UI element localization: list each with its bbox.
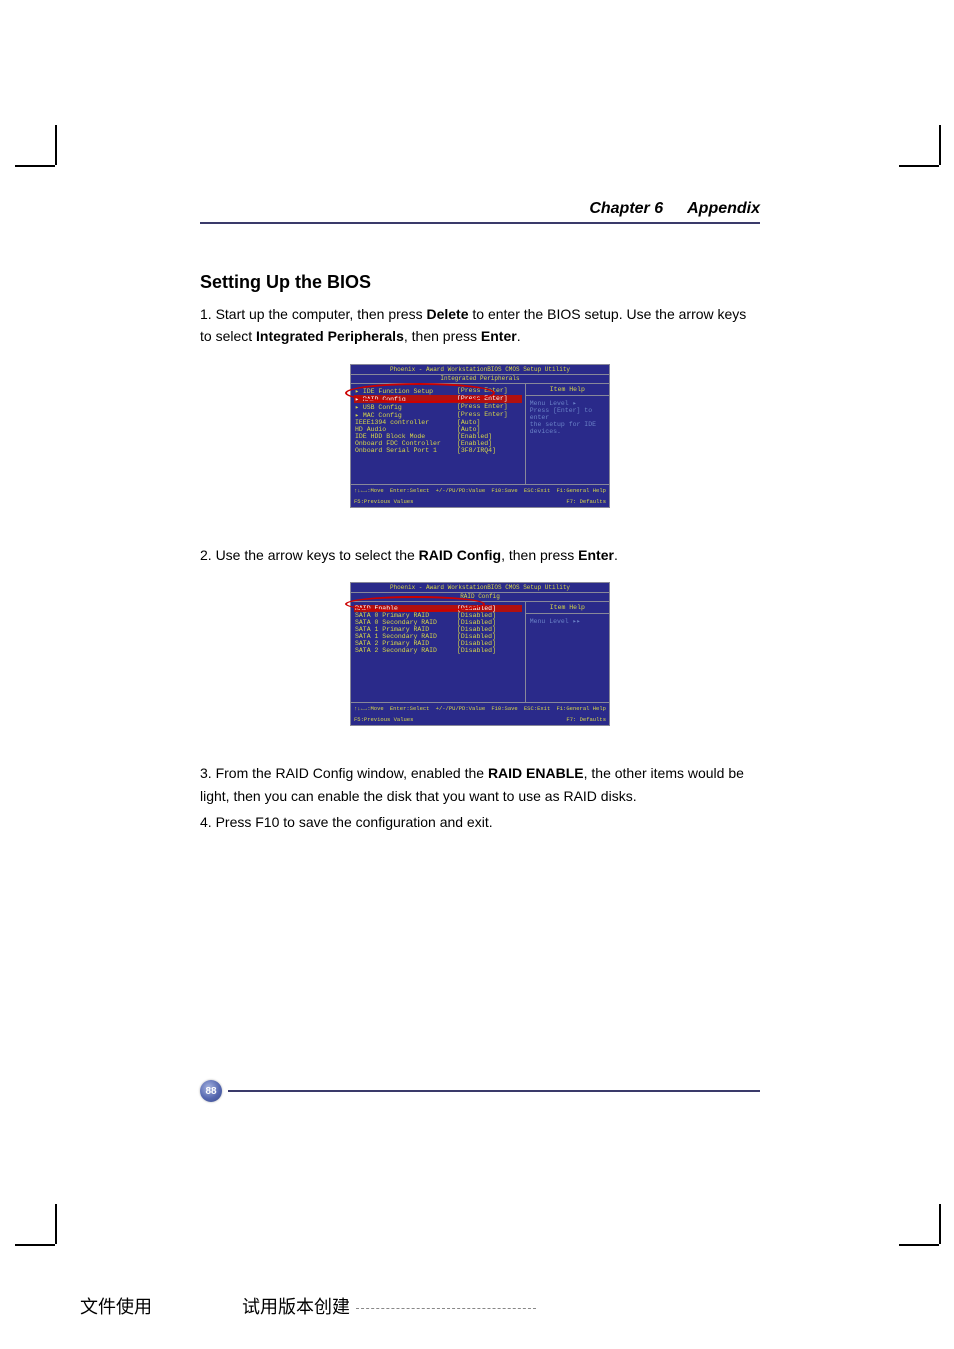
footer-rule <box>228 1090 760 1092</box>
bios-help-pane: Item Help Menu Level ▸▸ <box>526 602 609 702</box>
chapter-number: Chapter 6 <box>589 200 663 217</box>
bios-footer: ↑↓←→:Move Enter:Select +/-/PU/PD:Value F… <box>351 702 609 725</box>
bios-left-pane: ▸ IDE Function Setup[Press Enter] ▸ RAID… <box>351 384 526 484</box>
bios-left-pane: RAID Enable[Disabled] SATA 0 Primary RAI… <box>351 602 526 702</box>
bios-subtitle: Integrated Peripherals <box>351 375 609 384</box>
step-3: 3. From the RAID Config window, enabled … <box>200 762 760 807</box>
watermark: 文件使用 试用版本创建 <box>80 1293 536 1319</box>
step-1: 1. Start up the computer, then press Del… <box>200 303 760 348</box>
page-footer: 88 <box>200 1080 760 1102</box>
step-4: 4. Press F10 to save the configuration a… <box>200 811 760 833</box>
chapter-header: Chapter 6 Appendix <box>200 200 760 224</box>
bios-screenshot-2: Phoenix - Award WorkstationBIOS CMOS Set… <box>350 582 610 726</box>
chapter-title: Appendix <box>687 200 760 217</box>
bios-title: Phoenix - Award WorkstationBIOS CMOS Set… <box>351 365 609 375</box>
bios-help-pane: Item Help Menu Level ▸ Press [Enter] to … <box>526 384 609 484</box>
watermark-right: 试用版本创建 <box>242 1293 536 1319</box>
bios-footer: ↑↓←→:Move Enter:Select +/-/PU/PD:Value F… <box>351 484 609 507</box>
step-2: 2. Use the arrow keys to select the RAID… <box>200 544 760 566</box>
watermark-left: 文件使用 <box>80 1293 152 1319</box>
page-content: Chapter 6 Appendix Setting Up the BIOS 1.… <box>200 200 760 849</box>
bios-title: Phoenix - Award WorkstationBIOS CMOS Set… <box>351 583 609 593</box>
bios-subtitle: RAID Config <box>351 593 609 602</box>
bios-screenshot-1: Phoenix - Award WorkstationBIOS CMOS Set… <box>350 364 610 508</box>
page-number: 88 <box>200 1080 222 1102</box>
section-title: Setting Up the BIOS <box>200 272 760 293</box>
